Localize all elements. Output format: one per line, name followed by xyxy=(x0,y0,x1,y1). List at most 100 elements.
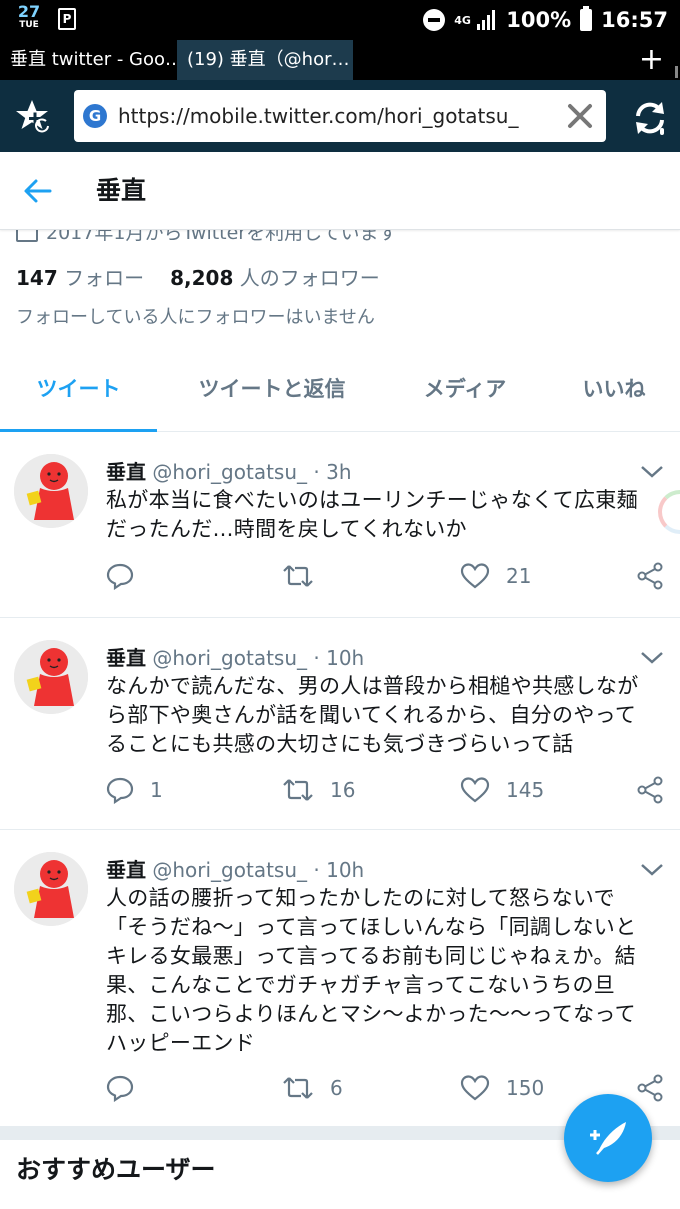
recommended-users-heading: おすすめユーザー xyxy=(16,1155,216,1184)
tweet-time[interactable]: 10h xyxy=(326,646,364,670)
handle[interactable]: @hori_gotatsu_ xyxy=(152,858,307,882)
avatar-image xyxy=(14,852,88,926)
following-link[interactable]: 147 フォロー xyxy=(16,266,144,290)
reply-icon xyxy=(106,1075,134,1102)
reply-icon xyxy=(106,777,134,804)
avatar-image xyxy=(14,640,88,714)
retweet-count: 16 xyxy=(330,778,356,802)
url-text[interactable]: https://mobile.twitter.com/hori_gotatsu_ xyxy=(118,90,518,142)
google-icon: G xyxy=(83,104,107,128)
tweet[interactable]: 垂直 @hori_gotatsu_ · 10h 人の話の腰折って知ったかしたのに… xyxy=(0,830,680,1126)
heart-icon xyxy=(460,1075,490,1101)
url-input[interactable]: G https://mobile.twitter.com/hori_gotats… xyxy=(74,90,606,142)
tweet-text: 私が本当に食べたいのはユーリンチーじゃなくて広東麺 だったんだ…時間を戻してくれ… xyxy=(106,486,668,544)
calendar-date-icon: 27 TUE xyxy=(16,4,42,30)
browser-tab-twitter[interactable]: (19) 垂直（@hor… xyxy=(177,40,353,80)
retweet-icon xyxy=(283,1077,313,1099)
battery-icon xyxy=(580,6,593,31)
reply-button[interactable] xyxy=(106,1072,150,1104)
following-label: フォロー xyxy=(64,266,145,290)
reply-icon xyxy=(106,563,134,590)
chevron-down-icon[interactable] xyxy=(640,862,664,876)
share-icon xyxy=(637,776,663,804)
tweet-line: 果、こんなことでガチャガチャ言ってこないうちの旦 xyxy=(106,973,616,997)
tweet-actions: 21 xyxy=(106,560,666,592)
mutual-followers-note: フォローしている人にフォロワーはいません xyxy=(16,307,375,328)
tweet[interactable]: 垂直 @hori_gotatsu_ · 3h 私が本当に食べたいのはユーリンチー… xyxy=(0,432,680,618)
like-button[interactable]: 145 xyxy=(460,774,544,806)
retweet-button[interactable]: 6 xyxy=(282,1072,343,1104)
date-weekday: TUE xyxy=(19,20,39,30)
tweet-line: 人の話の腰折って知ったかしたのに対して怒らないで xyxy=(106,886,615,910)
share-button[interactable] xyxy=(636,774,664,806)
tweet-text: なんかで読んだな、男の人は普段から相槌や共感しなが ら部下や奥さんが話を聞いてく… xyxy=(106,672,668,759)
parking-notification-icon: P xyxy=(58,8,76,30)
followers-count: 8,208 xyxy=(170,266,234,290)
compose-tweet-button[interactable] xyxy=(564,1094,652,1182)
chevron-down-icon[interactable] xyxy=(640,464,664,478)
back-arrow-icon[interactable] xyxy=(22,176,54,206)
following-count: 147 xyxy=(16,266,58,290)
tweet-line: 私が本当に食べたいのはユーリンチーじゃなくて広東麺 xyxy=(106,488,638,512)
network-type-icon: 4G xyxy=(454,13,471,27)
do-not-disturb-icon xyxy=(423,9,446,31)
clear-url-icon[interactable] xyxy=(566,102,594,130)
retweet-icon xyxy=(283,779,313,801)
reply-button[interactable]: 1 xyxy=(106,774,163,806)
separator-dot: · xyxy=(313,460,320,484)
tweet-actions: 1 16 145 xyxy=(106,774,666,806)
tab-media[interactable]: メディア xyxy=(400,350,530,432)
tweet-line: ら部下や奥さんが話を聞いてくれるから、自分のやって xyxy=(106,703,637,727)
signal-icon xyxy=(477,10,497,30)
display-name[interactable]: 垂直 xyxy=(106,460,146,484)
display-name[interactable]: 垂直 xyxy=(106,646,146,670)
compose-feather-icon xyxy=(590,1122,626,1155)
tab-tweets[interactable]: ツイート xyxy=(0,350,157,432)
share-icon xyxy=(637,562,663,590)
profile-tabs: ツイート ツイートと返信 メディア いいね xyxy=(0,350,680,432)
like-count: 21 xyxy=(506,564,532,588)
handle[interactable]: @hori_gotatsu_ xyxy=(152,646,307,670)
heart-icon xyxy=(460,563,490,589)
browser-tab-bar: 垂直 twitter - Goo… (19) 垂直（@hor… + xyxy=(0,40,680,80)
reply-button[interactable] xyxy=(106,560,150,592)
tweet[interactable]: 垂直 @hori_gotatsu_ · 10h なんかで読んだな、男の人は普段か… xyxy=(0,618,680,830)
clock: 16:57 xyxy=(601,8,668,32)
display-name[interactable]: 垂直 xyxy=(106,858,146,882)
retweet-button[interactable]: 16 xyxy=(282,774,355,806)
avatar[interactable] xyxy=(14,852,88,926)
date-day: 27 xyxy=(17,2,41,21)
like-button[interactable]: 150 xyxy=(460,1072,544,1104)
address-bar: G https://mobile.twitter.com/hori_gotats… xyxy=(0,80,680,152)
tweet-line: ハッピーエンド xyxy=(106,1031,256,1055)
share-button[interactable] xyxy=(636,560,664,592)
followers-link[interactable]: 8,208 人のフォロワー xyxy=(170,266,380,290)
tab-likes[interactable]: いいね xyxy=(560,350,668,432)
separator-dot: · xyxy=(313,858,320,882)
twitter-header: 垂直 xyxy=(0,152,680,230)
handle[interactable]: @hori_gotatsu_ xyxy=(152,460,307,484)
browser-tab-google[interactable]: 垂直 twitter - Goo… xyxy=(0,40,177,80)
like-count: 150 xyxy=(506,1076,545,1100)
tweet-line: 那、こいつらよりほんとマシ〜よかった〜〜ってなって xyxy=(106,1002,636,1026)
avatar[interactable] xyxy=(14,640,88,714)
like-button[interactable]: 21 xyxy=(460,560,531,592)
tweet-header: 垂直 @hori_gotatsu_ · 10h xyxy=(106,854,364,883)
followers-label: 人のフォロワー xyxy=(239,266,380,290)
retweet-button[interactable] xyxy=(282,560,330,592)
tweet-header: 垂直 @hori_gotatsu_ · 3h xyxy=(106,456,352,485)
tab-tweets-and-replies[interactable]: ツイートと返信 xyxy=(176,350,368,432)
new-tab-button[interactable]: + xyxy=(639,42,664,78)
tweet-text: 人の話の腰折って知ったかしたのに対して怒らないで 「そうだね〜」って言ってほしい… xyxy=(106,884,668,1058)
tweet-line: だったんだ…時間を戻してくれないか xyxy=(106,517,467,541)
reload-icon[interactable] xyxy=(630,98,670,138)
avatar[interactable] xyxy=(14,454,88,528)
tweet-time[interactable]: 3h xyxy=(326,460,351,484)
chevron-down-icon[interactable] xyxy=(640,650,664,664)
tab-scroll-indicator xyxy=(675,66,678,78)
tweet-line: なんかで読んだな、男の人は普段から相槌や共感しなが xyxy=(106,674,639,698)
bookmark-star-icon[interactable] xyxy=(14,96,58,140)
tweet-time[interactable]: 10h xyxy=(326,858,364,882)
reply-count: 1 xyxy=(150,778,163,802)
retweet-icon xyxy=(283,565,313,587)
